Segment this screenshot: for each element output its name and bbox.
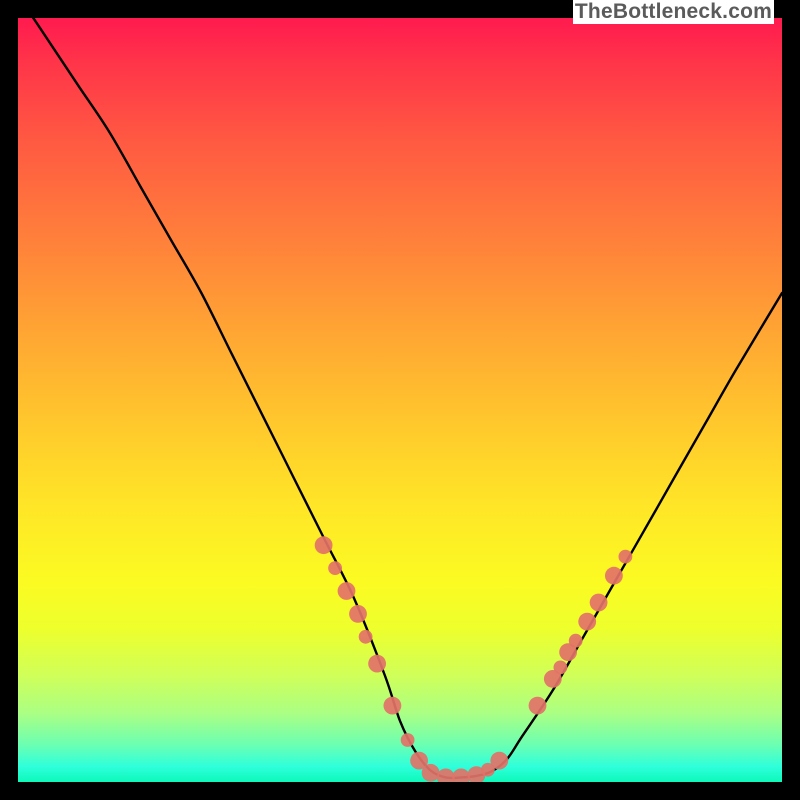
chart-frame: TheBottleneck.com <box>0 0 800 800</box>
chart-gradient-background <box>18 18 782 782</box>
watermark-label: TheBottleneck.com <box>573 0 774 24</box>
